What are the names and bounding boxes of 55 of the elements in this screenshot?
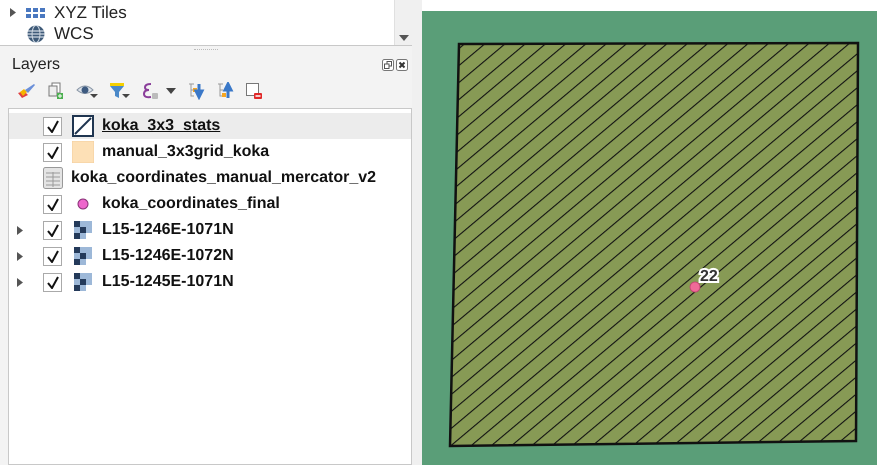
layer-row[interactable]: koka_coordinates_manual_mercator_v2 xyxy=(9,165,411,191)
panel-title: Layers xyxy=(12,55,60,75)
close-icon[interactable] xyxy=(396,59,408,71)
expand-all-icon[interactable] xyxy=(187,82,205,100)
add-group-icon[interactable] xyxy=(47,82,65,100)
check-icon xyxy=(46,198,60,210)
layer-checkbox[interactable] xyxy=(43,194,62,214)
layer-name: L15-1246E-1072N xyxy=(102,246,234,266)
layer-checkbox[interactable] xyxy=(43,220,62,240)
expression-filter-icon[interactable] xyxy=(142,82,160,100)
layer-row[interactable]: L15-1246E-1072N xyxy=(9,243,411,269)
raster-icon xyxy=(72,219,94,241)
layer-checkbox[interactable] xyxy=(43,142,62,162)
filter-icon[interactable] xyxy=(109,82,131,100)
grid-icon xyxy=(26,6,46,18)
caret-icon[interactable] xyxy=(166,88,176,94)
layer-name: koka_3x3_stats xyxy=(102,116,220,136)
layer-row[interactable]: L15-1246E-1071N xyxy=(9,217,411,243)
check-icon xyxy=(46,146,60,158)
layer-name: manual_3x3grid_koka xyxy=(102,142,270,162)
check-icon xyxy=(46,224,60,236)
layer-checkbox[interactable] xyxy=(43,116,62,136)
layer-name: L15-1245E-1071N xyxy=(102,272,234,292)
browser-item[interactable]: XYZ Tiles xyxy=(54,4,127,21)
paint-brush-icon[interactable] xyxy=(16,83,36,99)
scrollbar[interactable] xyxy=(394,0,412,45)
hatch-symbol-icon xyxy=(72,115,94,137)
eye-icon[interactable] xyxy=(76,83,98,99)
collapse-all-icon[interactable] xyxy=(216,82,234,100)
scroll-down-icon[interactable] xyxy=(398,35,408,41)
layer-name: koka_coordinates_manual_mercator_v2 xyxy=(71,168,376,188)
layer-checkbox[interactable] xyxy=(43,272,62,292)
expand-arrow-icon[interactable] xyxy=(17,278,23,286)
check-icon xyxy=(46,250,60,262)
layer-checkbox[interactable] xyxy=(43,246,62,266)
globe-icon xyxy=(26,24,46,42)
browser-item[interactable]: WCS xyxy=(54,25,94,42)
expand-arrow-icon[interactable] xyxy=(10,8,16,17)
layer-row[interactable]: manual_3x3grid_koka xyxy=(9,139,411,165)
layer-row[interactable]: L15-1245E-1071N xyxy=(9,269,411,295)
float-panel-icon[interactable] xyxy=(382,59,394,71)
fill-symbol-icon xyxy=(72,141,94,163)
splitter-handle[interactable] xyxy=(194,49,218,51)
check-icon xyxy=(46,120,60,132)
layer-name: L15-1246E-1071N xyxy=(102,220,234,240)
raster-icon xyxy=(72,271,94,293)
table-icon xyxy=(43,167,63,189)
layer-row[interactable]: koka_coordinates_final xyxy=(9,191,411,217)
check-icon xyxy=(46,276,60,288)
remove-layer-icon[interactable] xyxy=(245,82,263,100)
layer-row[interactable]: koka_3x3_stats xyxy=(9,113,411,139)
expand-arrow-icon[interactable] xyxy=(17,226,23,234)
expand-arrow-icon[interactable] xyxy=(17,252,23,260)
layer-name: koka_coordinates_final xyxy=(102,194,280,214)
raster-icon xyxy=(72,245,94,267)
